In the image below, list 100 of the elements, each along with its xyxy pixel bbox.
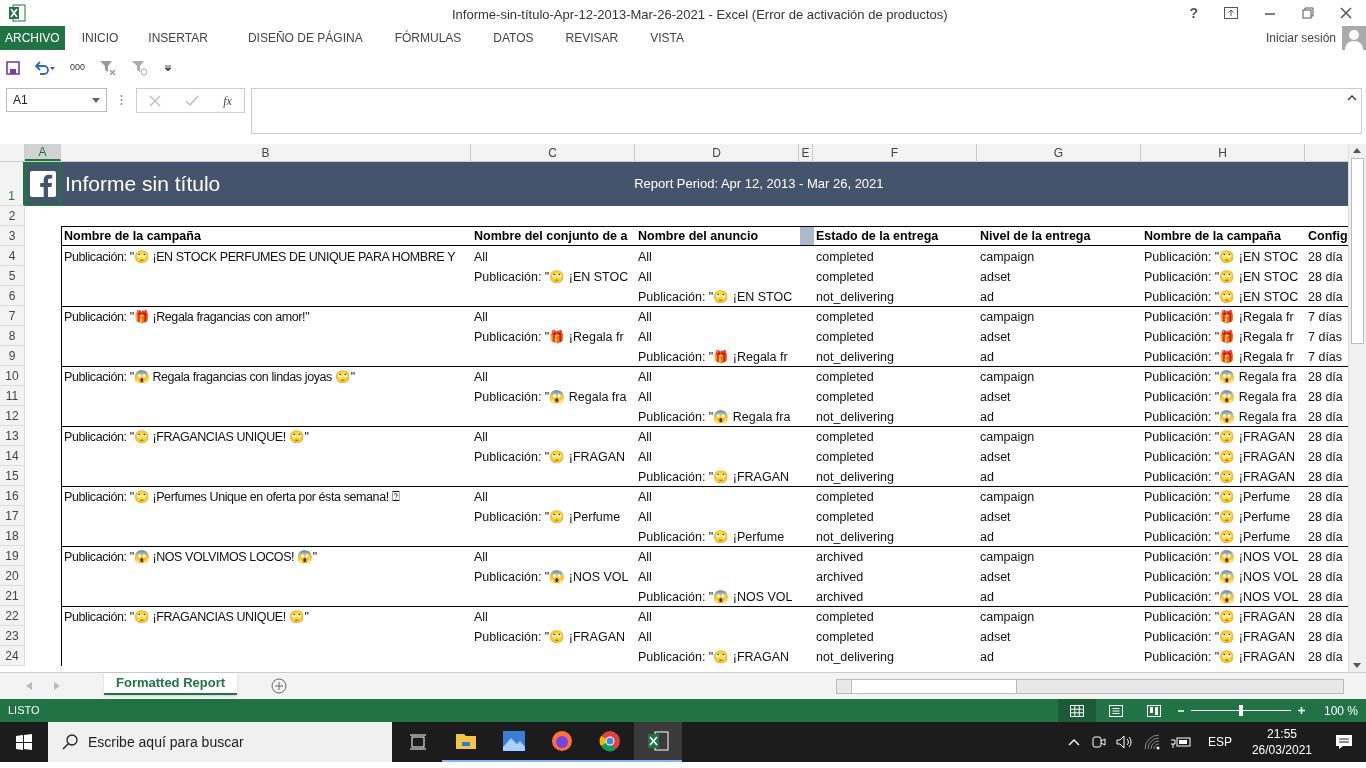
row-header[interactable]: 20: [0, 566, 25, 586]
row-header[interactable]: 21: [0, 586, 25, 606]
row-header[interactable]: 16: [0, 486, 25, 506]
table-cell-text: Publicación: "😱 Regala fragancias con lindas joyas 🙄": [63, 369, 355, 386]
add-sheet-icon[interactable]: [271, 678, 288, 694]
search-field[interactable]: Escribe aquí para buscar: [48, 722, 392, 762]
normal-view-icon[interactable]: [1057, 699, 1096, 722]
table-cell-text: campaign: [979, 249, 1035, 266]
table-cell-text: campaign: [979, 429, 1035, 446]
column-header[interactable]: B: [61, 144, 471, 161]
help-button[interactable]: ?: [1189, 2, 1198, 24]
table-cell-text: Publicación: "🎁 ¡Regala fr: [1143, 349, 1294, 366]
column-header[interactable]: G: [977, 144, 1141, 161]
expand-icon[interactable]: [1347, 95, 1357, 101]
vertical-scrollbar[interactable]: [1348, 144, 1366, 672]
row-header[interactable]: 7: [0, 306, 25, 326]
scroll-up-icon[interactable]: [1353, 148, 1361, 153]
row-header[interactable]: 19: [0, 546, 25, 566]
ribbon-tab[interactable]: DISEÑO DE PÁGINA: [242, 26, 368, 50]
row-header[interactable]: 3: [0, 226, 25, 246]
ribbon-tab[interactable]: INSERTAR: [143, 26, 213, 50]
clock-time[interactable]: 21:55: [1266, 726, 1297, 742]
ribbon-tab[interactable]: DATOS: [488, 26, 539, 50]
table-cell-text: Publicación: "🎁 ¡Regala fragancias con amor!": [63, 309, 310, 326]
name-box[interactable]: A1: [6, 88, 107, 112]
row-header[interactable]: 6: [0, 286, 25, 306]
ribbon-tab[interactable]: ARCHIVO: [0, 26, 65, 50]
window-title: Informe-sin-título-Apr-12-2013-Mar-26-2021 - Excel (Error de activación de productos): [452, 6, 948, 24]
ribbon-tab[interactable]: FÓRMULAS: [389, 26, 467, 50]
formula-input[interactable]: [251, 88, 1362, 134]
row-header[interactable]: 10: [0, 366, 25, 386]
undo-icon[interactable]: [34, 61, 56, 75]
column-header[interactable]: F: [813, 144, 977, 161]
row-header[interactable]: 24: [0, 646, 25, 666]
row-header[interactable]: 11: [0, 386, 25, 406]
ribbon-tab[interactable]: REVISAR: [560, 26, 624, 50]
table-cell-text: completed: [815, 389, 874, 406]
clear-filter-icon[interactable]: [99, 60, 118, 76]
table-cell-text: 28 día: [1307, 609, 1343, 626]
row-header[interactable]: 1: [0, 162, 25, 206]
horizontal-scrollbar[interactable]: [836, 679, 1344, 694]
column-header[interactable]: H: [1141, 144, 1305, 161]
scroll-thumb[interactable]: [851, 680, 1017, 693]
restore-icon[interactable]: [1302, 7, 1314, 19]
row-header[interactable]: 5: [0, 266, 25, 286]
ribbon-tab[interactable]: INICIO: [76, 26, 124, 50]
row-header[interactable]: 23: [0, 626, 25, 646]
zoom-in-icon[interactable]: [1296, 706, 1306, 715]
row-header[interactable]: 4: [0, 246, 25, 266]
wifi-icon[interactable]: [1143, 734, 1160, 750]
scroll-thumb[interactable]: [1351, 158, 1364, 344]
column-heading: Config: [1307, 228, 1348, 245]
zoom-level[interactable]: 100 %: [1323, 701, 1358, 720]
volume-icon[interactable]: [1115, 734, 1134, 750]
row-header[interactable]: 13: [0, 426, 25, 446]
column-header[interactable]: D: [635, 144, 799, 161]
table-cell-text: adset: [979, 509, 1011, 526]
scroll-down-icon[interactable]: [1353, 663, 1361, 668]
drag-handle-icon[interactable]: [120, 94, 123, 106]
table-cell-text: adset: [979, 449, 1011, 466]
table-cell-text: adset: [979, 389, 1011, 406]
row-header[interactable]: 15: [0, 466, 25, 486]
ribbon-display-icon[interactable]: [1224, 7, 1238, 19]
sign-in-link[interactable]: Iniciar sesión: [1265, 29, 1336, 47]
row-header[interactable]: 17: [0, 506, 25, 526]
dropdown-icon[interactable]: [92, 97, 100, 103]
ribbon-tab[interactable]: VISTA: [645, 26, 690, 50]
column-header[interactable]: E: [799, 144, 813, 161]
column-heading: Nombre del conjunto de a: [473, 228, 628, 245]
camera-icon[interactable]: [1089, 734, 1106, 750]
row-header[interactable]: 9: [0, 346, 25, 366]
table-cell-text: completed: [815, 609, 874, 626]
row-header[interactable]: 18: [0, 526, 25, 546]
row-header[interactable]: 22: [0, 606, 25, 626]
table-cell-text: completed: [815, 329, 874, 346]
table-cell-text: Publicación: "😱 ¡NOS VOL: [1143, 589, 1299, 606]
row-header[interactable]: 2: [0, 206, 25, 226]
row-header[interactable]: 8: [0, 326, 25, 346]
battery-icon[interactable]: [1169, 735, 1192, 749]
column-header[interactable]: C: [471, 144, 635, 161]
save-icon[interactable]: [6, 61, 20, 75]
row-header[interactable]: 14: [0, 446, 25, 466]
insert-function-button[interactable]: fx: [223, 91, 232, 110]
number-format-button[interactable]: 000: [70, 61, 86, 75]
table-cell-text: adset: [979, 569, 1011, 586]
status-text: LISTO: [8, 703, 40, 719]
column-heading: Nombre de la campaña: [1143, 228, 1281, 245]
spreadsheet-app-icon[interactable]: [634, 722, 682, 762]
clock-date[interactable]: 26/03/2021: [1251, 742, 1312, 758]
chevron-up-icon[interactable]: [1067, 738, 1080, 746]
zoom-slider-thumb[interactable]: [1238, 705, 1243, 716]
customize-icon[interactable]: [163, 63, 174, 73]
column-header[interactable]: A: [25, 144, 61, 161]
table-cell-text: Publicación: "😱 ¡NOS VOL: [1143, 549, 1299, 566]
close-icon[interactable]: [1340, 7, 1352, 19]
sheet-tab[interactable]: Formatted Report: [104, 673, 238, 695]
table-cell-text: All: [637, 249, 652, 266]
table-cell-text: All: [473, 309, 488, 326]
language-indicator[interactable]: ESP: [1207, 733, 1232, 751]
row-header[interactable]: 12: [0, 406, 25, 426]
